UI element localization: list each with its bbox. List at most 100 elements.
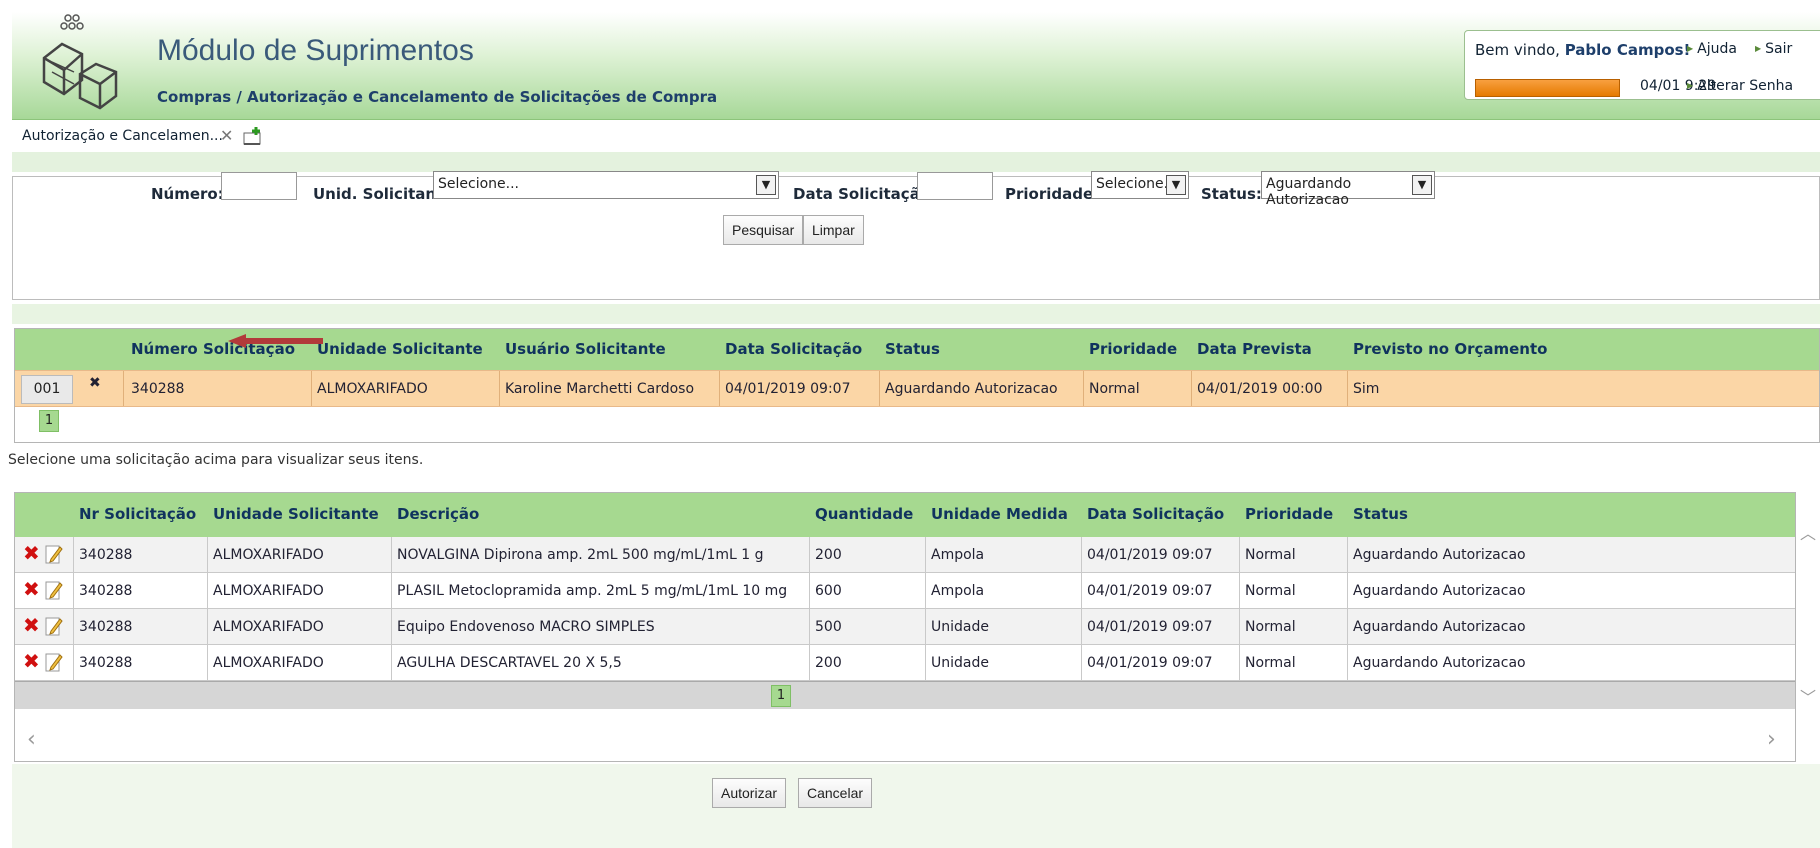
table-row[interactable]: ✖ 340288 ALMOXARIFADO AGULHA DESCARTAVEL… (15, 645, 1795, 681)
col-unidade-solicitante[interactable]: Unidade Solicitante (213, 505, 379, 523)
edit-icon[interactable] (45, 579, 63, 601)
cell-unidade: ALMOXARIFADO (213, 583, 324, 599)
table-row[interactable]: ✖ 340288 ALMOXARIFADO PLASIL Metoclopram… (15, 573, 1795, 609)
col-unidade-medida[interactable]: Unidade Medida (931, 505, 1068, 523)
cell-descricao: Equipo Endovenoso MACRO SIMPLES (397, 619, 655, 635)
scroll-up-icon[interactable]: ︿ (1800, 520, 1816, 544)
cell-usuario: Karoline Marchetti Cardoso (505, 381, 695, 397)
col-data-prevista[interactable]: Data Prevista (1197, 340, 1312, 358)
col-unidade-solicitante[interactable]: Unidade Solicitante (317, 340, 483, 358)
horizontal-scrollbar[interactable]: ‹ › (15, 725, 1795, 761)
cell-prioridade: Normal (1245, 655, 1296, 671)
supplies-logo-icon (42, 14, 118, 110)
app-title: Módulo de Suprimentos (157, 34, 474, 67)
col-status[interactable]: Status (1353, 505, 1408, 523)
cancel-button[interactable]: Cancelar (798, 778, 873, 808)
cell-unidade: ALMOXARIFADO (213, 547, 324, 563)
cell-prioridade: Normal (1245, 547, 1296, 563)
col-data-solicitacao[interactable]: Data Solicitação (725, 340, 862, 358)
prioridade-label: Prioridade: (1005, 185, 1100, 203)
edit-icon[interactable] (45, 651, 63, 673)
requests-pager: 1 (15, 408, 1819, 442)
unidade-select[interactable]: Selecione... ▼ (433, 171, 779, 199)
col-nr-solicitacao[interactable]: Nr Solicitação (79, 505, 196, 523)
tab-divider (12, 152, 1820, 172)
user-box: Bem vindo, Pablo Campos! 04/01 9:29 Ajud… (1464, 30, 1820, 100)
cell-quantidade: 200 (815, 655, 842, 671)
cell-data: 04/01/2019 09:07 (1087, 547, 1213, 563)
scroll-left-icon[interactable]: ‹ (27, 727, 36, 752)
edit-icon[interactable] (45, 543, 63, 565)
col-data-solicitacao[interactable]: Data Solicitação (1087, 505, 1224, 523)
change-password-link[interactable]: Alterar Senha (1687, 78, 1793, 94)
status-label: Status: (1201, 185, 1262, 203)
table-row[interactable]: 001 ✖ 340288 ALMOXARIFADO Karoline March… (15, 370, 1819, 407)
cell-prioridade: Normal (1245, 619, 1296, 635)
cell-status: Aguardando Autorizacao (1353, 583, 1526, 599)
delete-icon[interactable]: ✖ (23, 649, 40, 673)
actions-bar: Autorizar Cancelar (12, 764, 1820, 848)
col-prioridade[interactable]: Prioridade (1089, 340, 1177, 358)
cell-quantidade: 600 (815, 583, 842, 599)
row-index: 001 (21, 375, 73, 404)
tab-autorizacao[interactable]: Autorização e Cancelamen... (22, 128, 223, 144)
table-row[interactable]: ✖ 340288 ALMOXARIFADO NOVALGINA Dipirona… (15, 537, 1795, 573)
col-descricao[interactable]: Descrição (397, 505, 479, 523)
page-number[interactable]: 1 (771, 685, 791, 707)
cell-nr: 340288 (79, 583, 133, 599)
cell-nr: 340288 (79, 619, 133, 635)
cell-numero: 340288 (131, 381, 185, 397)
col-usuario-solicitante[interactable]: Usuário Solicitante (505, 340, 666, 358)
user-name: Pablo Campos! (1564, 41, 1691, 59)
numero-input[interactable] (221, 172, 297, 200)
cell-descricao: PLASIL Metoclopramida amp. 2mL 5 mg/mL/1… (397, 583, 788, 599)
data-solicitacao-label: Data Solicitação: (793, 185, 937, 203)
app-header: Módulo de Suprimentos Compras / Autoriza… (12, 12, 1820, 120)
prioridade-select[interactable]: Selecione... ▼ (1091, 171, 1189, 199)
cell-medida: Unidade (931, 619, 989, 635)
chevron-down-icon: ▼ (1412, 175, 1432, 195)
search-panel: Número: Unid. Solicitante: Selecione... … (12, 171, 1820, 300)
items-grid: Nr Solicitação Unidade Solicitante Descr… (14, 492, 1796, 762)
scroll-down-icon[interactable]: ﹀ (1800, 684, 1816, 708)
cell-nr: 340288 (79, 547, 133, 563)
session-progress-bar (1475, 79, 1620, 97)
numero-label: Número: (151, 185, 224, 203)
vertical-scrollbar[interactable]: ︿ ﹀ (1798, 492, 1820, 722)
delete-icon[interactable]: ✖ (23, 613, 40, 637)
authorize-button[interactable]: Autorizar (712, 778, 787, 808)
col-status[interactable]: Status (885, 340, 940, 358)
cell-data-prevista: 04/01/2019 00:00 (1197, 381, 1323, 397)
section-divider (12, 304, 1820, 324)
delete-icon[interactable]: ✖ (23, 577, 40, 601)
page-number[interactable]: 1 (39, 410, 59, 432)
search-button[interactable]: Pesquisar (723, 215, 804, 245)
cell-status: Aguardando Autorizacao (1353, 547, 1526, 563)
col-quantidade[interactable]: Quantidade (815, 505, 913, 523)
edit-icon[interactable] (45, 615, 63, 637)
help-link[interactable]: Ajuda (1687, 41, 1737, 57)
status-select[interactable]: Aguardando Autorizacao ▼ (1261, 171, 1435, 208)
data-solicitacao-input[interactable] (917, 172, 993, 200)
tab-strip: Autorização e Cancelamen... ✕ (12, 122, 1820, 152)
cell-unidade: ALMOXARIFADO (213, 655, 324, 671)
delete-icon[interactable]: ✖ (89, 375, 101, 391)
table-row[interactable]: ✖ 340288 ALMOXARIFADO Equipo Endovenoso … (15, 609, 1795, 645)
cell-medida: Ampola (931, 547, 985, 563)
hint-text: Selecione uma solicitação acima para vis… (8, 452, 424, 468)
close-tab-icon[interactable]: ✕ (220, 126, 233, 145)
cell-data: 04/01/2019 09:07 (1087, 583, 1213, 599)
scroll-right-icon[interactable]: › (1767, 727, 1776, 752)
delete-icon[interactable]: ✖ (23, 541, 40, 565)
cell-nr: 340288 (79, 655, 133, 671)
cell-prioridade: Normal (1089, 381, 1140, 397)
exit-link[interactable]: Sair (1755, 41, 1792, 57)
col-prioridade[interactable]: Prioridade (1245, 505, 1333, 523)
cell-quantidade: 500 (815, 619, 842, 635)
cell-status: Aguardando Autorizacao (1353, 619, 1526, 635)
items-pager: 1 (15, 681, 1795, 709)
new-tab-icon[interactable] (242, 124, 264, 146)
cell-data: 04/01/2019 09:07 (1087, 655, 1213, 671)
clear-button[interactable]: Limpar (803, 215, 864, 245)
col-previsto-orcamento[interactable]: Previsto no Orçamento (1353, 340, 1547, 358)
